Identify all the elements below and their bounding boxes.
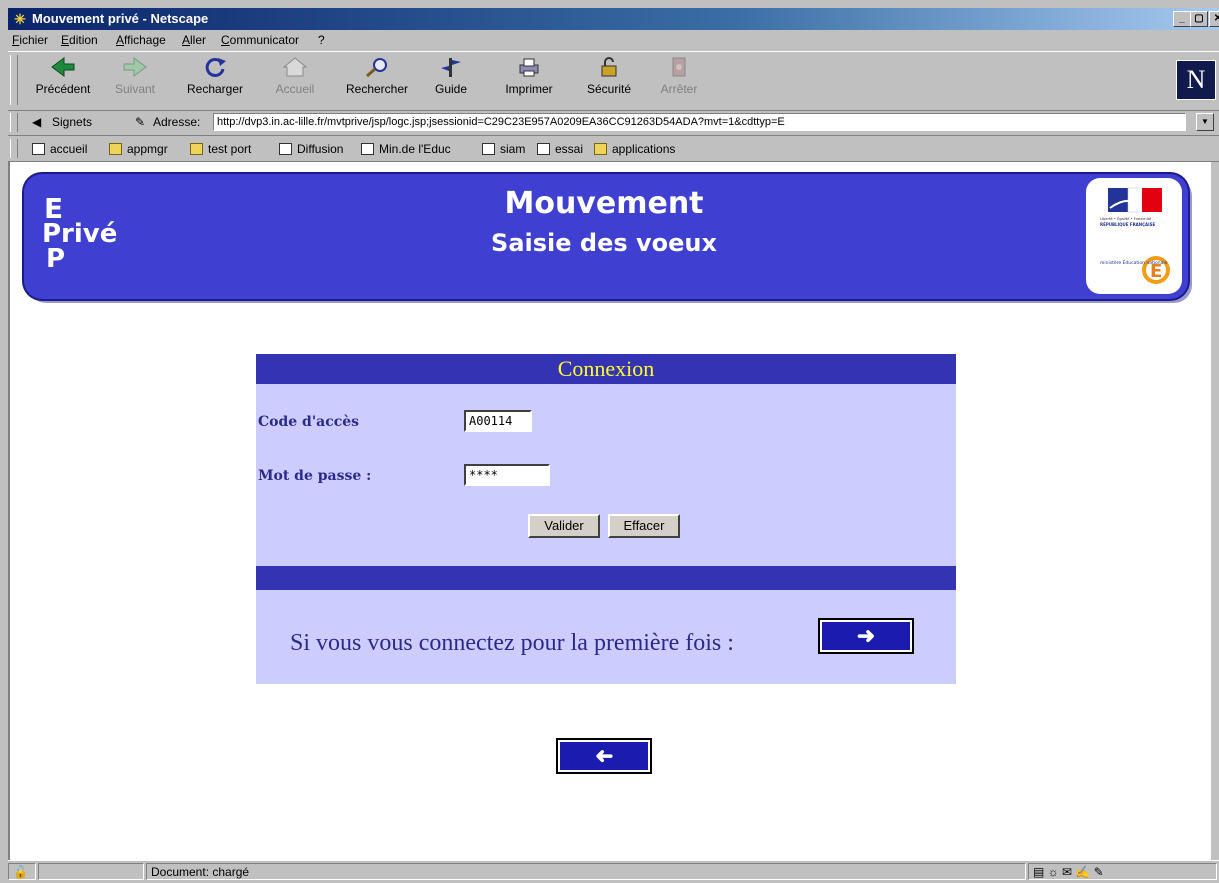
validate-button[interactable]: Valider: [528, 514, 600, 538]
folder-icon: [190, 143, 203, 155]
access-code-input[interactable]: A00114: [464, 410, 532, 432]
french-republic-logo-icon: Liberté • Égalité • Fraternité RÉPUBLIQU…: [1100, 187, 1170, 284]
forward-arrow-icon: [123, 57, 147, 77]
back-arrow-icon: [51, 57, 75, 77]
location-bar: ◀ Signets ✎ Adresse: http://dvp3.in.ac-l…: [8, 110, 1219, 136]
component-bar[interactable]: ▤ ☼ ✉ ✍ ✎: [1028, 863, 1217, 880]
page-icon: [279, 143, 292, 155]
guide-icon: [441, 58, 461, 77]
lock-icon: [601, 57, 617, 77]
status-bar: 🔓 Document: chargé ▤ ☼ ✉ ✍ ✎: [8, 860, 1219, 883]
menu-aller[interactable]: Aller: [182, 33, 206, 47]
forward-button[interactable]: Suivant: [100, 56, 170, 104]
security-button[interactable]: Sécurité: [574, 56, 644, 104]
menu-edition[interactable]: Edition: [61, 33, 98, 47]
login-panel: Connexion Code d'accès A00114 Mot de pas…: [256, 354, 956, 684]
page-icon: [361, 143, 374, 155]
reload-label: Recharger: [186, 82, 244, 96]
progress-box: [38, 863, 144, 880]
page-proxy-icon[interactable]: ✎: [135, 115, 145, 129]
window-title: Mouvement privé - Netscape: [32, 11, 209, 26]
personal-toolbar-grip[interactable]: [10, 139, 18, 158]
netscape-app-icon: ✳: [14, 11, 26, 27]
back-nav-button[interactable]: ➜: [556, 738, 652, 774]
folder-icon: [109, 143, 122, 155]
guide-label: Guide: [434, 82, 468, 96]
window-titlebar: ✳ Mouvement privé - Netscape _ ▢ ✕: [8, 8, 1219, 30]
bookmark-appmgr[interactable]: appmgr: [109, 142, 168, 156]
svg-text:Liberté • Égalité • Fraternité: Liberté • Égalité • Fraternité: [1100, 216, 1152, 221]
minimize-button[interactable]: _: [1173, 11, 1191, 27]
address-dropdown-button[interactable]: ▼: [1196, 113, 1214, 131]
bookmark-test-port[interactable]: test port: [190, 142, 251, 156]
first-time-button[interactable]: ➜: [818, 618, 914, 654]
close-button[interactable]: ✕: [1209, 11, 1219, 27]
navigation-toolbar: Précédent Suivant Recharger Accueil Rech…: [8, 51, 1219, 111]
clear-button[interactable]: Effacer: [608, 514, 680, 538]
bookmark-accueil[interactable]: accueil: [32, 142, 87, 156]
home-button[interactable]: Accueil: [260, 56, 330, 104]
home-label: Accueil: [275, 82, 315, 96]
page-content: E Privé P Mouvement Saisie des voeux Lib…: [8, 162, 1211, 860]
first-time-text: Si vous vous connectez pour la première …: [290, 630, 734, 656]
banner-titles: Mouvement Saisie des voeux: [404, 186, 804, 257]
ministry-logo: Liberté • Égalité • Fraternité RÉPUBLIQU…: [1086, 178, 1182, 294]
panel-divider-band: [256, 566, 956, 590]
password-label: Mot de passe :: [258, 468, 372, 484]
menu-bar: Fichier Edition Affichage Aller Communic…: [8, 30, 1219, 50]
location-grip[interactable]: [10, 113, 18, 132]
status-text: Document: chargé: [146, 863, 1026, 880]
personal-toolbar: accueil appmgr test port Diffusion Min.d…: [8, 136, 1219, 162]
back-label: Précédent: [35, 82, 91, 96]
header-banner: E Privé P Mouvement Saisie des voeux Lib…: [24, 174, 1188, 299]
security-label: Sécurité: [586, 82, 632, 96]
toolbar-grip[interactable]: [10, 55, 18, 105]
arrow-right-icon: ➜: [856, 623, 876, 648]
page-icon: [32, 143, 45, 155]
page-icon: [537, 143, 550, 155]
bookmark-diffusion[interactable]: Diffusion: [279, 142, 343, 156]
banner-letter-p: P: [46, 244, 66, 274]
page-title: Mouvement: [504, 186, 704, 221]
search-label: Rechercher: [345, 82, 409, 96]
folder-icon: [594, 143, 607, 155]
search-button[interactable]: Rechercher: [342, 56, 412, 104]
maximize-button[interactable]: ▢: [1190, 11, 1208, 27]
access-code-label: Code d'accès: [258, 414, 360, 430]
forward-label: Suivant: [114, 82, 156, 96]
home-icon: [282, 57, 308, 77]
bookmark-siam[interactable]: siam: [482, 142, 525, 156]
print-label: Imprimer: [505, 82, 553, 96]
netscape-logo[interactable]: N: [1176, 60, 1216, 100]
security-status-icon[interactable]: 🔓: [8, 863, 36, 880]
bookmark-essai[interactable]: essai: [537, 142, 583, 156]
reload-icon: [205, 57, 226, 77]
bookmark-min-educ[interactable]: Min.de l'Educ: [361, 142, 451, 156]
search-icon: [366, 58, 387, 78]
menu-affichage[interactable]: Affichage: [116, 33, 166, 47]
menu-fichier[interactable]: Fichier: [12, 33, 48, 47]
reload-button[interactable]: Recharger: [180, 56, 250, 104]
arrow-left-icon: ➜: [594, 743, 614, 768]
menu-communicator[interactable]: Communicator: [221, 33, 299, 47]
address-field[interactable]: http://dvp3.in.ac-lille.fr/mvtprive/jsp/…: [213, 113, 1186, 131]
back-button[interactable]: Précédent: [28, 56, 98, 104]
stop-icon: [672, 57, 686, 77]
svg-text:RÉPUBLIQUE FRANÇAISE: RÉPUBLIQUE FRANÇAISE: [1100, 222, 1156, 227]
login-header: Connexion: [256, 354, 956, 384]
stop-label: Arrêter: [660, 82, 698, 96]
printer-icon: [519, 58, 539, 77]
stop-button[interactable]: Arrêter: [644, 56, 714, 104]
address-label: Adresse:: [153, 115, 201, 129]
menu-help[interactable]: ?: [318, 33, 325, 47]
page-subtitle: Saisie des voeux: [491, 229, 717, 257]
bookmarks-icon[interactable]: ◀: [32, 115, 41, 129]
page-icon: [482, 143, 495, 155]
bookmark-applications[interactable]: applications: [594, 142, 675, 156]
guide-button[interactable]: Guide: [416, 56, 486, 104]
password-input[interactable]: ****: [464, 464, 550, 486]
print-button[interactable]: Imprimer: [494, 56, 564, 104]
bookmarks-menu[interactable]: Signets: [52, 115, 92, 129]
